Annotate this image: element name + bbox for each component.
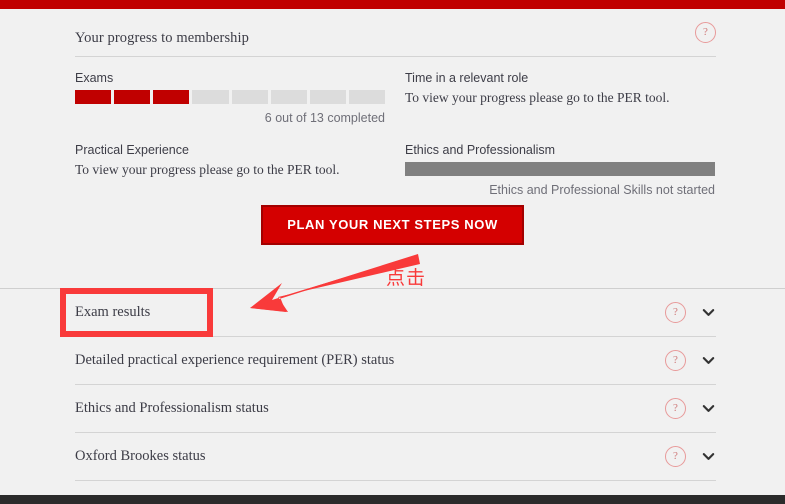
accordion-row-controls: ? bbox=[665, 302, 716, 323]
status-accordion: Exam results ? Detailed practical experi… bbox=[75, 289, 716, 481]
accordion-row-exam-results[interactable]: Exam results ? bbox=[75, 289, 716, 337]
plan-next-steps-button[interactable]: PLAN YOUR NEXT STEPS NOW bbox=[261, 205, 524, 245]
progress-item-exams: Exams 6 out of 13 completed bbox=[75, 71, 405, 125]
question-mark-circle-icon[interactable]: ? bbox=[695, 22, 716, 43]
progress-segment-filled bbox=[114, 90, 151, 104]
accordion-row-per-status[interactable]: Detailed practical experience requiremen… bbox=[75, 337, 716, 385]
exams-progress-caption: 6 out of 13 completed bbox=[264, 111, 385, 125]
page-title: Your progress to membership bbox=[75, 30, 250, 46]
progress-panel-header: Your progress to membership ? bbox=[75, 22, 716, 57]
accordion-row-controls: ? bbox=[665, 446, 716, 467]
progress-item-practical-experience: Practical Experience To view your progre… bbox=[75, 143, 405, 197]
progress-grid: Exams 6 out of 13 completed Time in a re… bbox=[75, 57, 716, 197]
question-mark-circle-icon[interactable]: ? bbox=[665, 446, 686, 467]
top-brand-bar bbox=[0, 0, 785, 9]
question-mark-circle-icon[interactable]: ? bbox=[665, 398, 686, 419]
ethics-progress-caption: Ethics and Professional Skills not start… bbox=[489, 183, 715, 197]
accordion-row-controls: ? bbox=[665, 398, 716, 419]
progress-panel: Your progress to membership ? Exams 6 ou… bbox=[75, 22, 716, 197]
progress-item-time-in-role: Time in a relevant role To view your pro… bbox=[405, 71, 716, 125]
progress-item-heading: Time in a relevant role bbox=[405, 71, 529, 85]
accordion-row-ethics-status[interactable]: Ethics and Professionalism status ? bbox=[75, 385, 716, 433]
question-mark-circle-icon[interactable]: ? bbox=[665, 350, 686, 371]
cta-container: PLAN YOUR NEXT STEPS NOW bbox=[0, 205, 785, 245]
progress-segment-empty bbox=[348, 90, 385, 104]
accordion-row-label: Oxford Brookes status bbox=[75, 448, 206, 464]
annotation-text: 点击 bbox=[386, 267, 427, 289]
progress-item-note: To view your progress please go to the P… bbox=[75, 162, 340, 177]
accordion-row-controls: ? bbox=[665, 350, 716, 371]
progress-segment-filled bbox=[153, 90, 190, 104]
exams-progress-bar bbox=[75, 90, 385, 104]
accordion-row-label: Exam results bbox=[75, 304, 151, 320]
progress-segment-empty bbox=[192, 90, 229, 104]
progress-segment-empty bbox=[231, 90, 268, 104]
chevron-down-icon[interactable] bbox=[701, 401, 716, 416]
chevron-down-icon[interactable] bbox=[701, 305, 716, 320]
progress-segment-empty bbox=[270, 90, 307, 104]
ethics-progress-bar bbox=[405, 162, 715, 176]
chevron-down-icon[interactable] bbox=[701, 353, 716, 368]
chevron-down-icon[interactable] bbox=[701, 449, 716, 464]
footer-bar bbox=[0, 495, 785, 504]
progress-item-heading: Exams bbox=[75, 71, 114, 85]
progress-item-heading: Practical Experience bbox=[75, 143, 189, 157]
progress-segment-filled bbox=[75, 90, 112, 104]
progress-item-note: To view your progress please go to the P… bbox=[405, 90, 670, 105]
progress-item-ethics: Ethics and Professionalism Ethics and Pr… bbox=[405, 143, 716, 197]
accordion-row-label: Ethics and Professionalism status bbox=[75, 400, 269, 416]
progress-segment-empty bbox=[309, 90, 346, 104]
accordion-row-oxford-brookes-status[interactable]: Oxford Brookes status ? bbox=[75, 433, 716, 481]
accordion-row-label: Detailed practical experience requiremen… bbox=[75, 352, 395, 368]
progress-item-heading: Ethics and Professionalism bbox=[405, 143, 556, 157]
question-mark-circle-icon[interactable]: ? bbox=[665, 302, 686, 323]
